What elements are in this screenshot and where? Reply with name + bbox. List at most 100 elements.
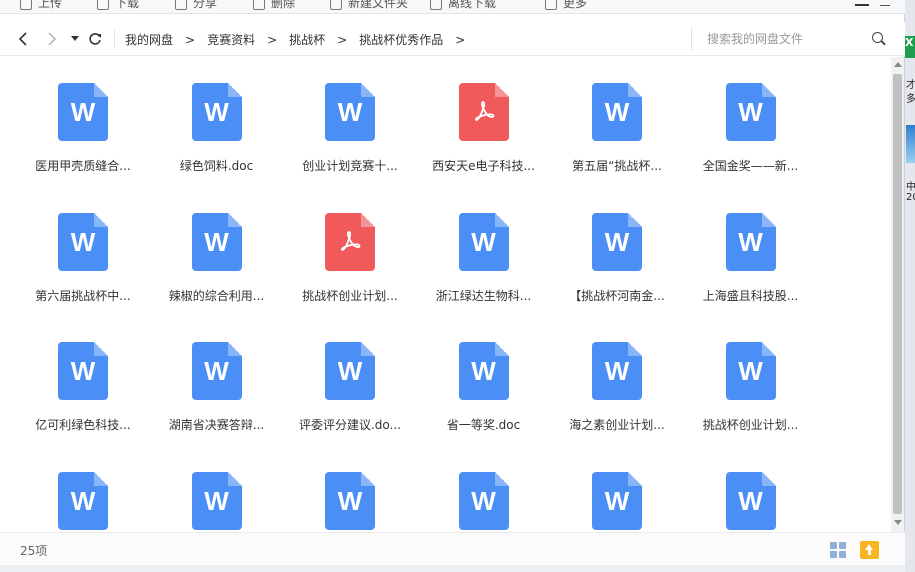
share-icon [175,0,187,10]
grid-view-icon[interactable] [830,542,846,558]
file-name: 海之素创业计划... [569,418,665,432]
new-folder-label: 新建文件夹 [348,0,409,10]
offline-download-label: 离线下载 [448,0,497,10]
file-item[interactable]: W 亿可利绿色科技... [23,316,143,436]
search-icon[interactable] [872,32,883,43]
word-glyph: W [738,97,763,127]
file-item[interactable]: W [23,446,143,533]
word-glyph: W [70,356,96,386]
word-file-icon: W [325,83,375,141]
navigation-bar: 我的网盘 > 竞赛资料 > 挑战杯 > 挑战杯优秀作品 > [0,22,905,56]
word-file-icon: W [592,83,642,141]
file-item[interactable]: W 创业计划竞赛十... [290,57,410,177]
desktop-thumbnail [906,125,915,163]
word-glyph: W [70,226,96,257]
upload-label: 上传 [38,0,63,10]
file-item[interactable]: W 全国金奖——新... [691,57,811,177]
refresh-icon [89,33,101,45]
word-glyph: W [738,226,763,257]
file-item[interactable]: W [157,446,277,533]
word-glyph: W [604,485,630,516]
word-glyph: W [738,356,763,386]
desktop-text: 中 [906,182,915,193]
item-count: 25项 [20,544,48,558]
view-menu-icon[interactable] [880,0,890,6]
file-item[interactable]: W [691,446,811,533]
file-item[interactable]: W 海之素创业计划... [557,316,677,436]
file-name: 创业计划竞赛十... [302,159,398,173]
delete-button[interactable]: 删除 [253,0,295,11]
breadcrumb-my-disk[interactable]: 我的网盘 [125,33,173,47]
file-name: 评委评分建议.do... [298,418,401,432]
file-item[interactable]: W 医用甲壳质缝合... [23,57,143,177]
excel-label: X [905,36,914,49]
word-glyph: W [70,485,96,516]
file-item[interactable]: W [557,446,677,533]
file-item[interactable]: 西安天e电子科技... [424,57,544,177]
download-icon [97,0,109,10]
forward-button[interactable] [42,29,62,49]
new-folder-button[interactable]: 新建文件夹 [330,0,408,11]
window-bottom-edge [0,565,905,572]
file-item[interactable]: 挑战杯创业计划... [290,187,410,307]
download-button[interactable]: 下载 [97,0,139,11]
file-name: 挑战杯创业计划... [302,288,398,303]
offline-download-button[interactable]: 离线下载 [430,0,496,11]
file-item[interactable]: W 评委评分建议.do... [290,316,410,436]
word-file-icon: W [458,471,509,530]
scrollbar-thumb[interactable] [893,74,902,514]
file-item[interactable]: W 辣椒的综合利用... [157,187,277,307]
desktop-text: 20 [906,192,915,203]
file-name: 辣椒的综合利用... [168,288,265,303]
divider [114,30,115,48]
search-box [691,27,891,51]
upload-button[interactable]: 上传 [20,0,62,11]
word-glyph: W [604,226,630,257]
file-item[interactable]: W 湖南省决赛答辩... [157,316,277,436]
word-file-icon: W [592,342,642,400]
netdisk-window: 上传 下载 分享 删除 新建文件夹 离线下载 更多 我的网盘 > 竞赛资料 > 挑战杯 >… [0,0,905,572]
acrobat-icon [341,230,361,251]
acrobat-icon [474,101,494,121]
word-file-icon: W [458,212,509,271]
file-item[interactable]: W 第五届“挑战杯... [557,57,677,177]
file-item[interactable]: W 【挑战杯河南金... [557,187,677,307]
file-item[interactable]: W [424,446,544,533]
scroll-up-arrow-icon[interactable] [894,62,902,67]
breadcrumb: 我的网盘 > 竞赛资料 > 挑战杯 > 挑战杯优秀作品 > [125,31,477,48]
breadcrumb-challenge-cup[interactable]: 挑战杯 [289,33,325,47]
file-name: 湖南省决赛答辩... [168,418,265,432]
file-item[interactable]: W 第六届挑战杯中... [23,187,143,307]
word-file-icon: W [725,471,776,530]
file-item[interactable]: W 上海盛且科技股... [691,187,811,307]
breadcrumb-competition[interactable]: 竞赛资料 [207,33,255,47]
file-name: 医用甲壳质缝合... [35,159,131,173]
more-button[interactable]: 更多 [545,0,587,11]
file-name: 省一等奖.doc [446,418,521,432]
file-name: 【挑战杯河南金... [569,288,665,303]
file-name: 西安天e电子科技... [432,159,535,173]
history-dropdown[interactable] [65,29,85,49]
trash-icon [253,0,265,10]
word-glyph: W [604,97,630,127]
word-glyph: W [204,226,229,257]
file-item[interactable]: W 省一等奖.doc [424,316,544,436]
caret-down-icon [71,36,79,41]
upload-transfer-icon[interactable] [860,541,879,559]
file-name: 挑战杯创业计划... [702,418,799,432]
file-item[interactable]: W 挑战杯创业计划... [691,316,811,436]
scroll-down-arrow-icon[interactable] [894,520,902,525]
share-button[interactable]: 分享 [175,0,217,11]
sort-icon[interactable] [855,0,869,6]
refresh-button[interactable] [85,29,105,49]
file-item[interactable]: W 浙江绿达生物科... [424,187,544,307]
file-item[interactable]: W [290,446,410,533]
file-item[interactable]: W 绿色饲料.doc [157,57,277,177]
word-file-icon: W [458,342,509,400]
breadcrumb-excellent-works[interactable]: 挑战杯优秀作品 [359,33,443,47]
excel-app-icon[interactable]: X [905,36,915,58]
back-button[interactable] [13,29,33,49]
search-input[interactable] [707,30,867,48]
breadcrumb-separator[interactable]: > [455,33,465,47]
chevron-right-icon [48,32,57,46]
